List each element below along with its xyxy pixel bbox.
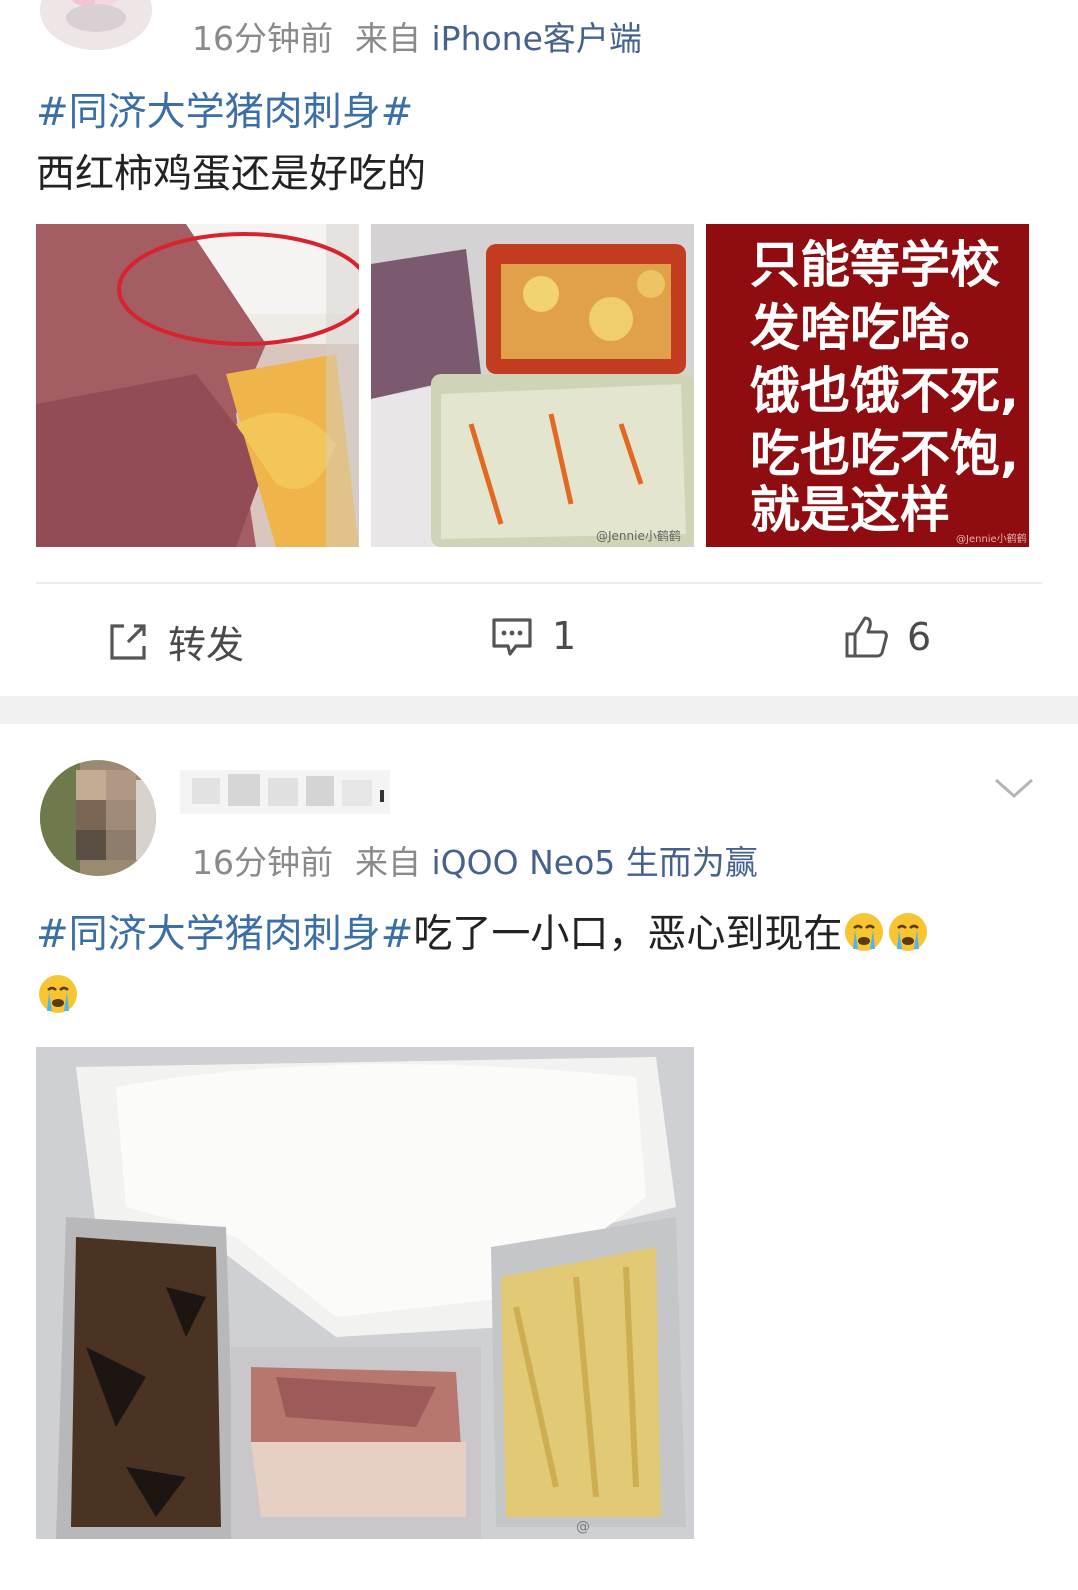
avatar[interactable] [40, 760, 156, 876]
post-card-2: 16分钟前 来自 iQOO Neo5 生而为赢 #同济大学猪肉刺身#吃了一小口，恶… [0, 724, 1078, 1590]
chevron-down-icon[interactable] [990, 772, 1038, 804]
post-time: 16分钟前 [192, 19, 333, 58]
from-label: 来自 [355, 19, 421, 58]
post-source[interactable]: iPhone客户端 [432, 19, 642, 58]
post-source[interactable]: iQOO Neo5 生而为赢 [432, 843, 758, 882]
post-image-2[interactable]: @Jennie小鹤鹤 [371, 224, 694, 547]
image-watermark: @Jennie小鹤鹤 [956, 532, 1027, 545]
post-card-1: 16分钟前来自 iPhone客户端 #同济大学猪肉刺身# 西红柿鸡蛋还是好吃的 [0, 0, 1078, 696]
crying-face-icon [889, 913, 928, 951]
crying-face-icon [845, 913, 884, 951]
svg-text:@: @ [576, 1519, 590, 1535]
post-body: 西红柿鸡蛋还是好吃的 [36, 152, 427, 197]
post-time: 16分钟前 [192, 843, 333, 882]
post-image-1[interactable] [36, 224, 359, 547]
post-meta: 16分钟前 来自 iQOO Neo5 生而为赢 [192, 836, 758, 884]
repost-icon [110, 623, 146, 660]
like-count: 6 [907, 615, 932, 659]
post-image-3[interactable]: 只能等学校 发啥吃啥。 饿也饿不死, 吃也吃不饱, 就是这样 @Jennie小鹤… [706, 224, 1029, 547]
poster-line-3: 饿也饿不死, [750, 362, 1019, 420]
comment-count: 1 [552, 614, 577, 658]
blurred-username [180, 760, 390, 824]
poster-line-2: 发啥吃啥。 [750, 299, 1000, 357]
divider [36, 582, 1042, 584]
repost-button[interactable]: 转发 [106, 614, 244, 669]
poster-line-5: 就是这样 [750, 481, 950, 539]
comment-icon [492, 618, 532, 656]
post-body: 吃了一小口，恶心到现在 [413, 912, 843, 957]
post-text: #同济大学猪肉刺身# 西红柿鸡蛋还是好吃的 [36, 82, 426, 206]
from-label: 来自 [355, 843, 421, 882]
feed-separator [0, 696, 1078, 724]
like-button[interactable]: 6 [843, 614, 931, 660]
comment-button[interactable]: 1 [490, 614, 576, 658]
post-meta: 16分钟前 来自 iPhone客户端 [192, 12, 642, 60]
crying-face-icon [39, 975, 77, 1013]
repost-label: 转发 [168, 623, 245, 667]
post-image-1[interactable]: @ [36, 1047, 694, 1539]
hashtag-link[interactable]: #同济大学猪肉刺身# [36, 912, 413, 957]
hashtag-link[interactable]: #同济大学猪肉刺身# [36, 90, 413, 135]
avatar[interactable] [40, 0, 152, 50]
poster-line-4: 吃也吃不饱, [750, 425, 1019, 483]
thumbs-up-icon [845, 616, 888, 658]
poster-line-1: 只能等学校 [750, 236, 1000, 294]
image-watermark: @Jennie小鹤鹤 [596, 528, 681, 543]
post-text: #同济大学猪肉刺身#吃了一小口，恶心到现在 [36, 904, 1036, 1028]
